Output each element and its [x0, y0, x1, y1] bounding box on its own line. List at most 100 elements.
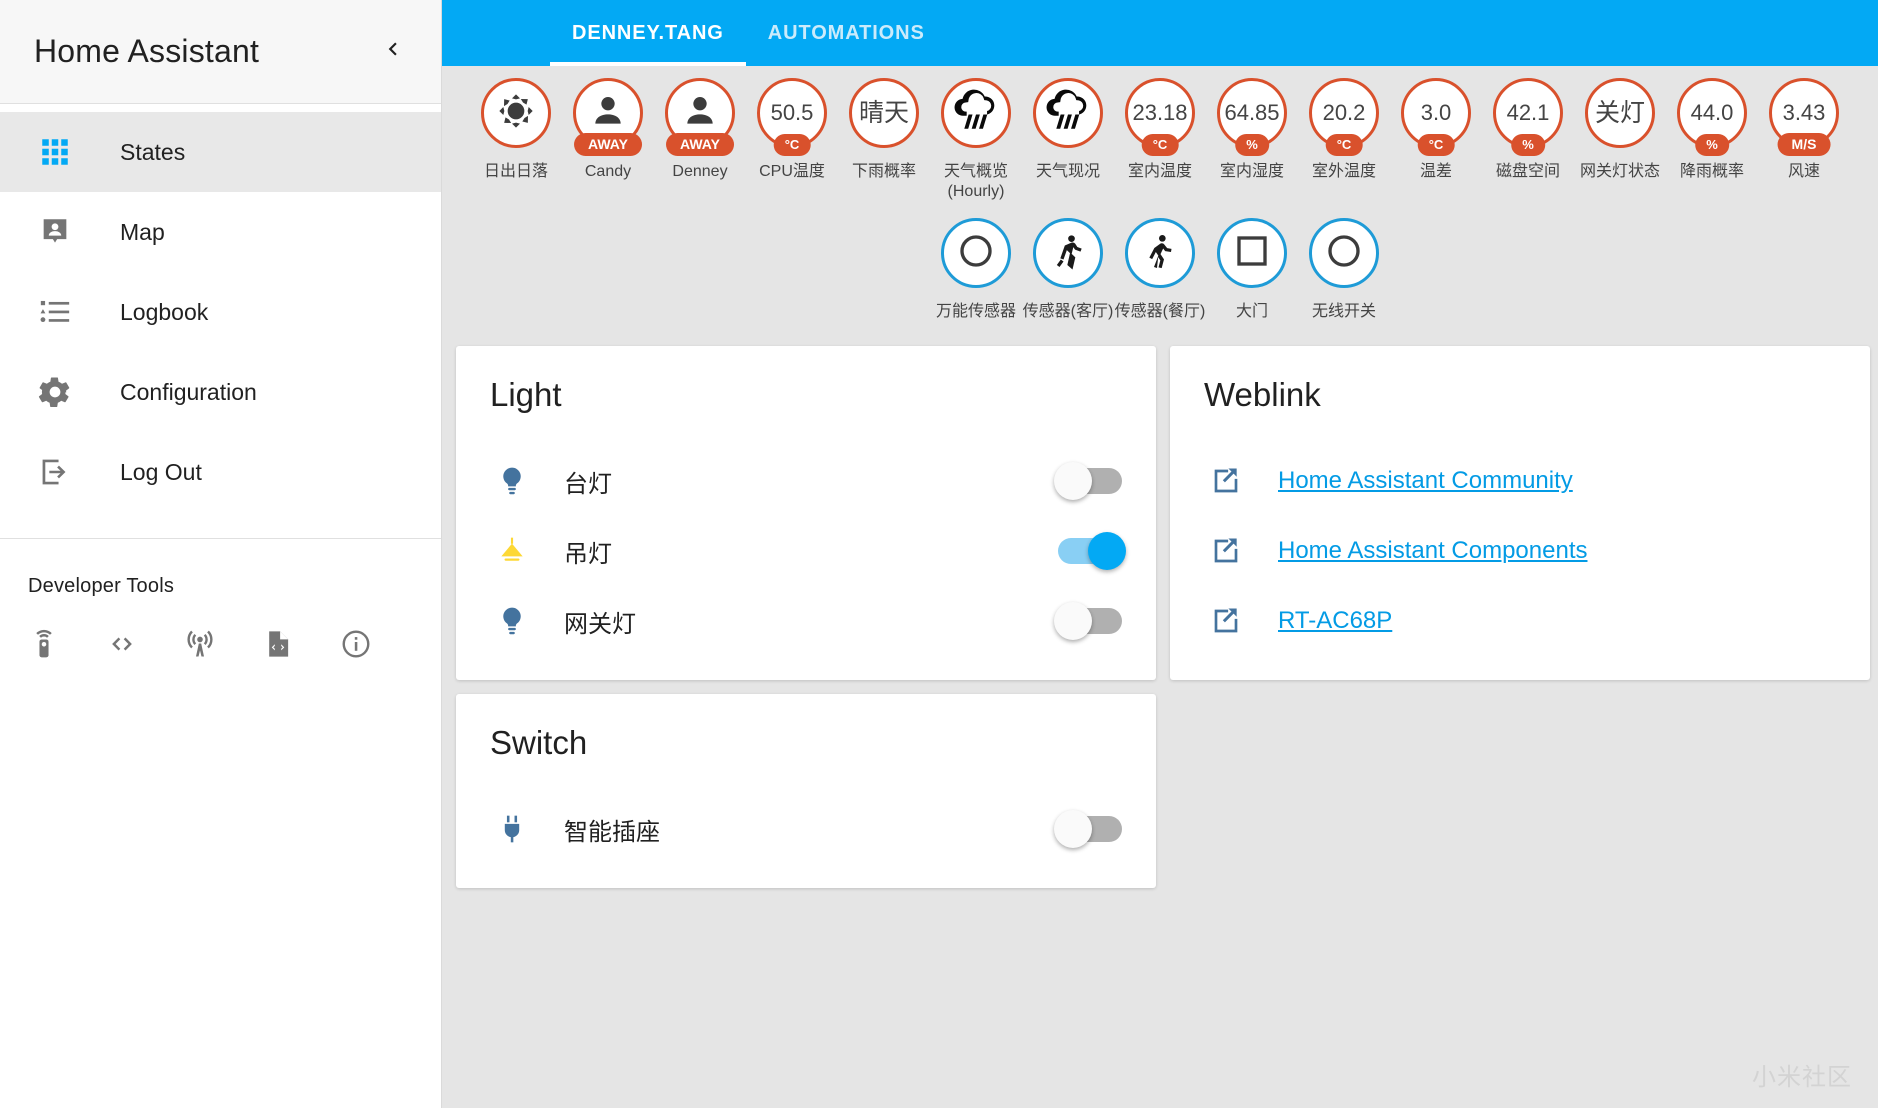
badge-circle: AWAY: [665, 78, 735, 156]
badge-label: 天气现况: [1035, 163, 1100, 180]
sidebar-item-states[interactable]: States: [0, 112, 441, 192]
badge-denney[interactable]: AWAY Denney: [654, 78, 746, 182]
badge-circle: [1033, 78, 1103, 148]
tab-automations[interactable]: AUTOMATIONS: [746, 0, 947, 66]
info-icon[interactable]: [338, 626, 374, 662]
badge-row-binary-sensors: 万能传感器 传感器(客厅) 传感器(餐厅) 大门 无线开关: [442, 202, 1878, 322]
badge-circle: 23.18 °C: [1125, 78, 1195, 156]
badge-label: 万能传感器: [935, 303, 1016, 320]
badge-value: 23.18: [1132, 100, 1188, 125]
sidebar-item-logout[interactable]: Log Out: [0, 432, 441, 512]
badge-gateway-light-state[interactable]: 关灯 网关灯状态: [1574, 78, 1666, 182]
badge-value: 42.1: [1506, 100, 1550, 125]
badge-temp-diff[interactable]: 3.0 °C 温差: [1390, 78, 1482, 182]
open-in-new-icon: [1204, 465, 1248, 497]
sidebar-item-map[interactable]: Map: [0, 192, 441, 272]
badge-cpu-temp[interactable]: 50.5 °C CPU温度: [746, 78, 838, 182]
badge-label: 降雨概率: [1679, 163, 1744, 180]
tab-denney-tang[interactable]: DENNEY.TANG: [550, 0, 746, 66]
badge-circle: 晴天: [849, 78, 919, 148]
sidebar-nav: States Map Logbook Configuration Log Out…: [0, 104, 441, 662]
ceiling-light-icon: [490, 535, 534, 567]
developer-tools-row: [0, 598, 441, 662]
badge-circle: [1033, 218, 1103, 288]
badge-circle: [1309, 218, 1379, 288]
badge-value: 44.0: [1690, 100, 1734, 125]
developer-tools-heading: Developer Tools: [28, 575, 175, 597]
badge-weather-hourly[interactable]: 天气概览 (Hourly): [930, 78, 1022, 202]
weblink-label[interactable]: RT-AC68P: [1278, 607, 1392, 635]
entity-toggle[interactable]: [1054, 462, 1122, 500]
entity-name: 网关灯: [564, 610, 636, 638]
entity-row-gateway-light[interactable]: 网关灯: [490, 586, 1122, 656]
badge-label: 温差: [1419, 163, 1452, 180]
code-brackets-icon[interactable]: [104, 626, 140, 662]
badge-value: 关灯: [1594, 98, 1645, 127]
run-icon: [1048, 231, 1088, 276]
badge-front-door[interactable]: 大门: [1206, 218, 1298, 322]
entity-row-ceiling-lamp[interactable]: 吊灯: [490, 516, 1126, 586]
sidebar-item-label: States: [120, 138, 186, 165]
entity-toggle[interactable]: [1054, 602, 1122, 640]
weather-pouring-icon: [950, 85, 1002, 142]
lightbulb-icon: [490, 605, 534, 637]
badge-unit: M/S: [1777, 133, 1831, 156]
badge-label: 无线开关: [1311, 303, 1376, 320]
badge-outdoor-temp[interactable]: 20.2 °C 室外温度: [1298, 78, 1390, 182]
badge-circle: 3.43 M/S: [1769, 78, 1839, 156]
sun-icon: [496, 91, 536, 136]
weblink-label[interactable]: Home Assistant Community: [1278, 467, 1573, 495]
sidebar-collapse-button[interactable]: [371, 30, 415, 74]
badge-weather-now[interactable]: 天气现况: [1022, 78, 1114, 182]
file-code-icon[interactable]: [260, 626, 296, 662]
badge-unit: AWAY: [666, 133, 734, 156]
toggle-knob: [1054, 810, 1092, 848]
badge-circle: 50.5 °C: [757, 78, 827, 156]
badge-sensor-living-room[interactable]: 传感器(客厅): [1022, 218, 1114, 322]
broadcast-icon[interactable]: [182, 626, 218, 662]
entity-row-desk-lamp[interactable]: 台灯: [490, 446, 1122, 516]
badge-wind-speed[interactable]: 3.43 M/S 风速: [1758, 78, 1850, 182]
watermark: 小米社区: [1752, 1064, 1852, 1091]
badge-sensor-dining-room[interactable]: 传感器(餐厅): [1114, 218, 1206, 322]
toggle-knob: [1054, 602, 1092, 640]
tab-label: AUTOMATIONS: [767, 21, 925, 44]
weblink-label[interactable]: Home Assistant Components: [1278, 537, 1587, 565]
badge-label: Denney: [672, 163, 728, 180]
badge-label: 室内温度: [1127, 163, 1192, 180]
weather-pouring-icon: [1042, 85, 1094, 142]
badge-indoor-humidity[interactable]: 64.85 % 室内湿度: [1206, 78, 1298, 182]
toggle-knob: [1054, 462, 1092, 500]
cards-area: Light 台灯 吊灯 网关灯 Switch 智能插座 Weblink Home…: [442, 322, 1878, 888]
weblink-row-router[interactable]: RT-AC68P: [1204, 586, 1836, 656]
sidebar-item-configuration[interactable]: Configuration: [0, 352, 441, 432]
entity-name: 吊灯: [564, 540, 612, 568]
badge-label: Candy: [584, 163, 632, 180]
entity-toggle[interactable]: [1054, 810, 1122, 848]
badge-sun[interactable]: 日出日落: [470, 78, 562, 182]
badge-unit: %: [1235, 134, 1269, 156]
entity-toggle[interactable]: [1058, 532, 1126, 570]
badge-wireless-switch[interactable]: 无线开关: [1298, 218, 1390, 322]
entity-row-smart-plug[interactable]: 智能插座: [490, 794, 1122, 864]
badge-candy[interactable]: AWAY Candy: [562, 78, 654, 182]
badge-universal-sensor[interactable]: 万能传感器: [930, 218, 1022, 322]
badge-rain-chance[interactable]: 晴天 下雨概率: [838, 78, 930, 182]
weblink-row-community[interactable]: Home Assistant Community: [1204, 446, 1836, 516]
badge-disk-space[interactable]: 42.1 % 磁盘空间: [1482, 78, 1574, 182]
main-content: DENNEY.TANG AUTOMATIONS 日出日落 AWAY Candy …: [442, 0, 1878, 1108]
card-light: Light 台灯 吊灯 网关灯: [456, 346, 1156, 680]
open-in-new-icon: [1204, 605, 1248, 637]
badge-unit: %: [1695, 134, 1729, 156]
badge-circle: AWAY: [573, 78, 643, 156]
badge-circle: 关灯: [1585, 78, 1655, 148]
weblink-row-components[interactable]: Home Assistant Components: [1204, 516, 1836, 586]
card-title: Light: [490, 376, 562, 413]
gear-icon: [34, 371, 76, 413]
badge-circle: 44.0 %: [1677, 78, 1747, 156]
remote-icon[interactable]: [26, 626, 62, 662]
sidebar-item-logbook[interactable]: Logbook: [0, 272, 441, 352]
grid-icon: [34, 131, 76, 173]
badge-precipitation[interactable]: 44.0 % 降雨概率: [1666, 78, 1758, 182]
badge-indoor-temp[interactable]: 23.18 °C 室内温度: [1114, 78, 1206, 182]
